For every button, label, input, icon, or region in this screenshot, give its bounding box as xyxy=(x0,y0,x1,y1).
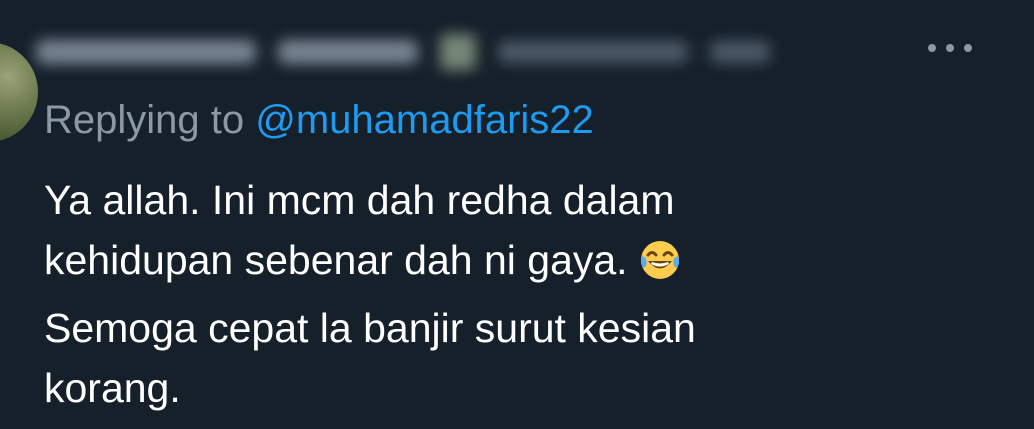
more-dot xyxy=(928,44,936,52)
reply-handle-link[interactable]: @muhamadfaris22 xyxy=(255,98,594,142)
replying-to: Replying to @muhamadfaris22 xyxy=(44,92,594,148)
tweet-text-line: kehidupan sebenar dah ni gaya. xyxy=(44,230,944,298)
more-horizontal-icon[interactable] xyxy=(928,38,972,58)
tweet-text-line: korang. xyxy=(44,365,181,411)
tweet-text: Ya allah. Ini mcm dah redha dalam kehidu… xyxy=(44,170,944,418)
redacted-badge xyxy=(440,34,476,70)
redacted-timestamp xyxy=(710,41,770,63)
face-with-tears-of-joy-icon xyxy=(638,238,682,298)
tweet-text-line-content: kehidupan sebenar dah ni gaya. xyxy=(44,237,628,283)
tweet-text-line: Semoga cepat la banjir surut kesian xyxy=(44,305,696,351)
more-dot xyxy=(964,44,972,52)
replying-to-label: Replying to xyxy=(44,98,245,142)
redacted-display-name-2 xyxy=(278,40,418,64)
tweet[interactable]: Replying to @muhamadfaris22 Ya allah. In… xyxy=(0,0,1034,429)
tweet-text-line: Ya allah. Ini mcm dah redha dalam xyxy=(44,177,675,223)
tweet-header-redacted xyxy=(36,24,770,80)
more-dot xyxy=(946,44,954,52)
avatar[interactable] xyxy=(0,42,38,142)
redacted-display-name xyxy=(36,40,256,64)
redacted-handle xyxy=(498,41,688,63)
